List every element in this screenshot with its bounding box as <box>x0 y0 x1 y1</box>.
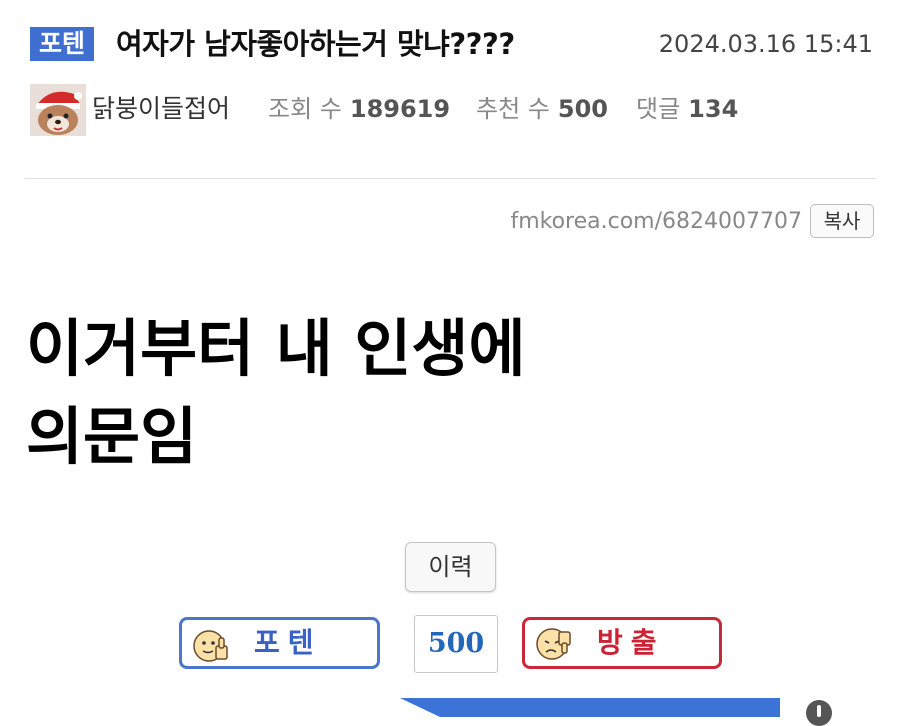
divider <box>25 178 876 179</box>
post-header: 포텐 여자가 남자좋아하는거 맞냐???? 2024.03.16 15:41 <box>30 22 875 66</box>
copy-button[interactable]: 복사 <box>810 204 874 238</box>
vote-down-label: 방출 <box>597 626 665 659</box>
vote-up-button[interactable]: 포텐 <box>179 617 380 669</box>
comment-count[interactable]: 댓글 134 <box>636 82 738 136</box>
content-line: 이거부터 내 인생에 <box>26 312 526 385</box>
content-line: 의문임 <box>26 400 198 473</box>
view-count: 조회 수 189619 <box>268 95 451 123</box>
post-date: 2024.03.16 15:41 <box>658 30 873 58</box>
thumbs-up-face-icon <box>192 626 230 664</box>
category-badge[interactable]: 포텐 <box>30 27 95 61</box>
author-name[interactable]: 닭붕이들접어 <box>92 82 230 136</box>
bottom-banner[interactable] <box>400 698 780 717</box>
thumbs-down-face-icon <box>535 626 573 664</box>
author-avatar[interactable] <box>30 84 86 136</box>
history-button[interactable]: 이력 <box>405 542 496 592</box>
post-title: 여자가 남자좋아하는거 맞냐???? <box>116 27 515 61</box>
vote-count: 500 <box>414 615 498 673</box>
info-icon[interactable] <box>806 700 832 726</box>
vote-down-button[interactable]: 방출 <box>522 617 722 669</box>
vote-up-label: 포텐 <box>254 626 322 659</box>
post-meta: 닭붕이들접어 조회 수 189619 추천 수 500 댓글 134 <box>30 82 875 138</box>
recommend-count: 추천 수 500 <box>476 95 608 123</box>
short-url[interactable]: fmkorea.com/6824007707 <box>510 204 802 240</box>
post-content: 이거부터 내 인생에 의문임 <box>26 305 726 481</box>
